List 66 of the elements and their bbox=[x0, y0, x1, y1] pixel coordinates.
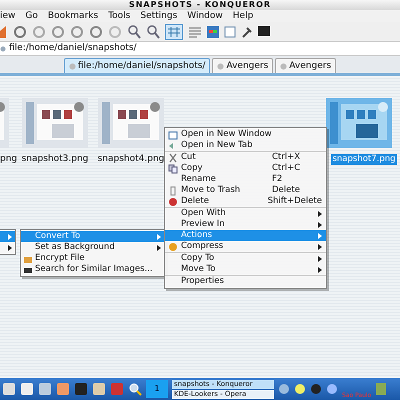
menu-item[interactable]: Encrypt File bbox=[21, 253, 165, 264]
zoom-in-icon[interactable] bbox=[127, 24, 141, 38]
menu-item[interactable]: Help bbox=[232, 12, 254, 20]
menu-item[interactable]: Bookmarks bbox=[48, 12, 98, 20]
tab[interactable]: Avengers bbox=[275, 58, 336, 73]
globe-icon bbox=[217, 62, 224, 70]
menu-item[interactable]: Settings bbox=[140, 12, 178, 20]
toolbar-icon[interactable] bbox=[70, 24, 84, 38]
document-icon[interactable] bbox=[224, 26, 236, 38]
hammer-icon[interactable] bbox=[241, 26, 253, 38]
menu-item-icon bbox=[168, 152, 178, 162]
window-title: SNAPSHOTS - KONQUEROR bbox=[128, 1, 272, 9]
window-icon[interactable] bbox=[207, 26, 219, 38]
launcher-icon[interactable] bbox=[38, 382, 52, 396]
launcher-icon[interactable] bbox=[2, 382, 16, 396]
launcher-icon[interactable] bbox=[74, 382, 88, 396]
tray-icon[interactable] bbox=[310, 383, 322, 395]
tab[interactable]: Avengers bbox=[212, 58, 274, 73]
search-icon[interactable] bbox=[128, 382, 142, 396]
shortcut-label: Shift+Delete bbox=[268, 197, 322, 206]
menu-item[interactable]: Cut Ctrl+X bbox=[165, 152, 326, 163]
tab[interactable]: file:/home/daniel/snapshots/ bbox=[64, 58, 210, 73]
globe-icon bbox=[68, 62, 76, 70]
menu-item[interactable]: Rename F2 bbox=[165, 174, 326, 185]
shortcut-label: Ctrl+C bbox=[272, 164, 302, 173]
list-view-icon[interactable] bbox=[188, 24, 202, 38]
menu-item[interactable]: Open in New Tab bbox=[165, 140, 326, 151]
menu-item[interactable]: Search for Similar Images... bbox=[21, 264, 165, 275]
menu-item[interactable]: Set as Background bbox=[21, 242, 165, 253]
menu-item-icon bbox=[168, 242, 178, 252]
menu-item[interactable]: Preview In bbox=[165, 219, 326, 230]
menu-item[interactable]: Go bbox=[25, 12, 38, 20]
menu-item-icon bbox=[168, 164, 178, 174]
desktop-pager-button[interactable]: 1 bbox=[146, 380, 168, 398]
menu-item[interactable]: Copy Ctrl+C bbox=[165, 163, 326, 174]
tray-icon[interactable] bbox=[278, 383, 290, 395]
launcher-icon[interactable] bbox=[92, 382, 106, 396]
tray-icon[interactable] bbox=[326, 383, 338, 395]
toolbar-icon[interactable] bbox=[89, 24, 103, 38]
menu-item[interactable]: Open in New Window bbox=[165, 129, 326, 140]
menu-item[interactable]: Properties bbox=[165, 276, 326, 287]
menu-item[interactable]: iew bbox=[0, 12, 16, 20]
menu-item[interactable]: Delete Shift+Delete bbox=[165, 196, 326, 207]
toolbar-icon[interactable] bbox=[51, 24, 65, 38]
location-icon bbox=[0, 46, 6, 52]
menu-item[interactable]: Open With bbox=[165, 208, 326, 219]
zoom-out-icon[interactable] bbox=[146, 24, 160, 38]
menu-item[interactable]: Move to Trash Delete bbox=[165, 185, 326, 196]
launcher-icon[interactable] bbox=[20, 382, 34, 396]
file-name[interactable]: snapshot7.png bbox=[331, 154, 397, 165]
tray-icon[interactable] bbox=[294, 383, 306, 395]
file-name[interactable]: snapshot3.png bbox=[20, 154, 90, 165]
globe-icon bbox=[280, 62, 288, 70]
file-name[interactable]: png bbox=[0, 154, 18, 165]
icon-view-button[interactable] bbox=[165, 24, 183, 40]
file-name[interactable]: snapshot4.png bbox=[96, 154, 166, 165]
menu-item[interactable]: Window bbox=[187, 12, 223, 20]
shortcut-label: Ctrl+X bbox=[272, 153, 302, 162]
terminal-icon[interactable] bbox=[258, 26, 270, 38]
shortcut-label: F2 bbox=[272, 175, 284, 184]
menu-item[interactable]: Copy To bbox=[165, 253, 326, 264]
launcher-icon[interactable] bbox=[56, 382, 70, 396]
menu-item[interactable]: Compress bbox=[165, 241, 326, 252]
shortcut-label: Delete bbox=[272, 186, 301, 195]
menu-item[interactable]: Tools bbox=[108, 12, 130, 20]
menu-item[interactable]: Move To bbox=[165, 264, 326, 275]
